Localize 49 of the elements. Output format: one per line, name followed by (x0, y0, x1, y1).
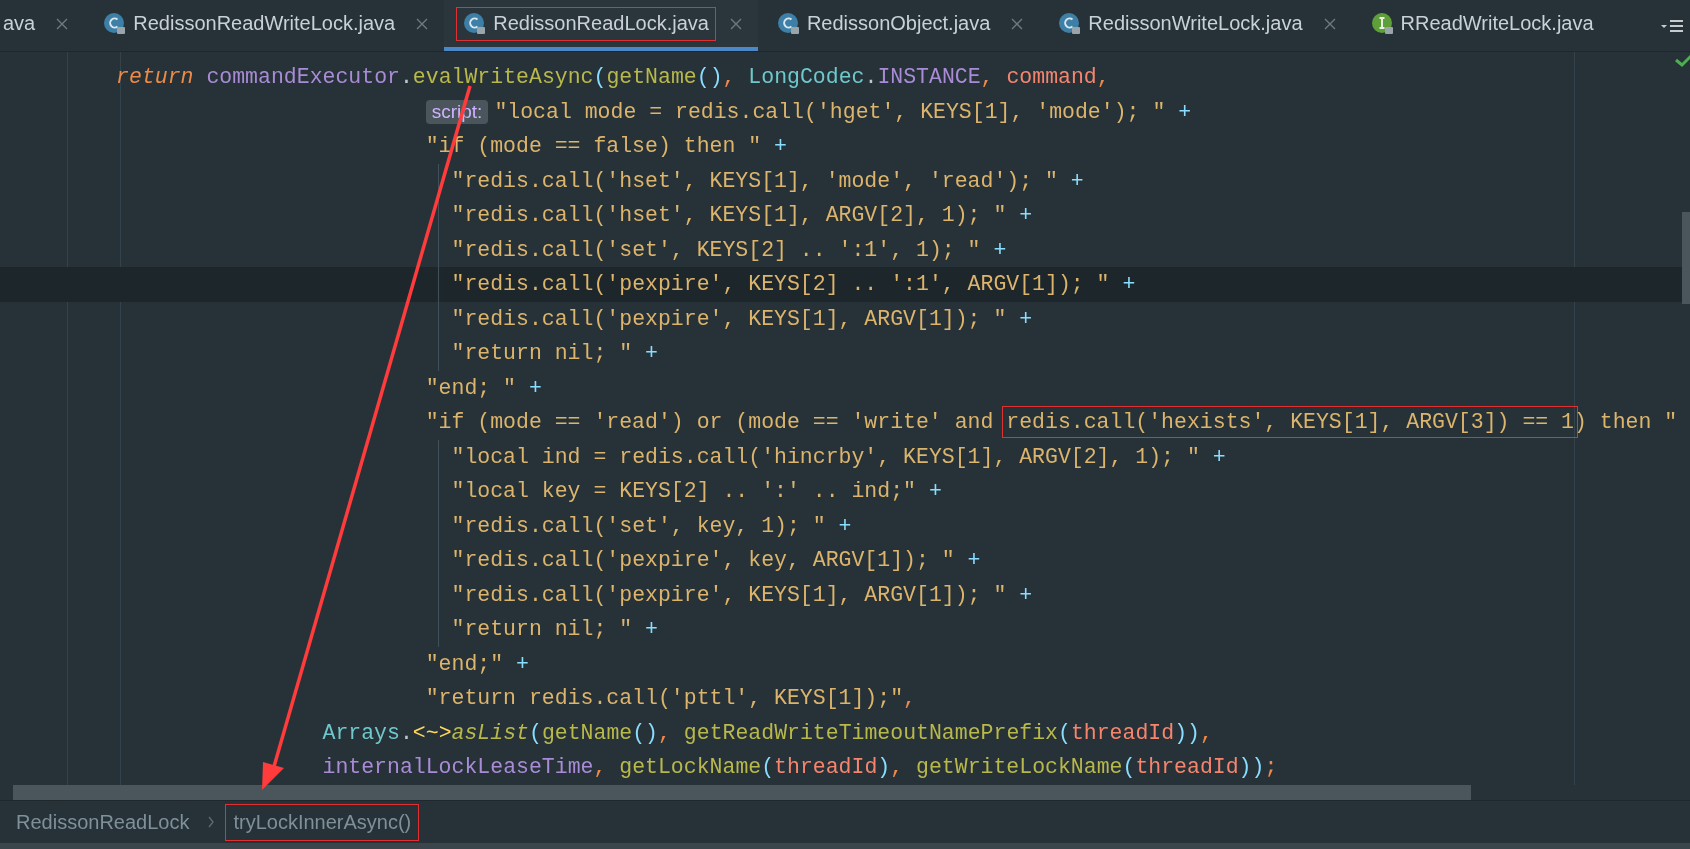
editor-tab[interactable]: ava (0, 0, 85, 51)
code-line: "return nil; " + (451, 617, 658, 642)
tab-label: RReadWriteLock.java (1400, 12, 1594, 35)
code-line: "redis.call('pexpire', KEYS[1], ARGV[1]); " + (451, 306, 1033, 331)
close-icon[interactable] (729, 17, 742, 30)
tab-label: RedissonWriteLock.java (1088, 12, 1303, 35)
editor-tab[interactable]: RReadWriteLock.java (1351, 0, 1617, 51)
editor-tab[interactable]: RedissonWriteLock.java (1039, 0, 1352, 51)
code-line: "redis.call('set', key, 1); " + (451, 513, 852, 538)
scrollbar-thumb[interactable] (1682, 212, 1690, 304)
tab-label: ava (3, 12, 36, 35)
close-icon[interactable] (56, 17, 69, 30)
code-line: "return nil; " + (451, 341, 658, 366)
code-line: "local mode = redis.call('hget', KEYS[1], 'mode'); " + (494, 99, 1192, 124)
code-line: "redis.call('pexpire', key, ARGV[1]); " + (451, 548, 981, 573)
breadcrumb[interactable]: RedissonReadLock (15, 803, 198, 841)
class-file-icon (776, 11, 801, 36)
code-line: "return redis.call('pttl', KEYS[1]);", (425, 686, 916, 711)
editor-tab[interactable]: RedissonObject.java (757, 0, 1040, 51)
code-line: "if (mode == 'read') or (mode == 'write' and (425, 410, 995, 435)
code-line: "end;" + (425, 651, 529, 676)
chevron-icon (207, 815, 216, 829)
tab-list-icon[interactable] (1660, 17, 1684, 34)
class-file-icon (103, 11, 128, 36)
code-line: internalLockLeaseTime, getLockName(threadId), getWriteLockName(threadId)); (322, 755, 1278, 780)
editor-tab[interactable]: RedissonReadWriteLock.java (84, 0, 445, 51)
scrollbar-thumb[interactable] (13, 785, 1471, 800)
code-line: "redis.call('pexpire', KEYS[2] .. ':1', ARGV[1]); " + (451, 272, 1136, 297)
code-line: "redis.call('set', KEYS[2] .. ':1', 1); " + (451, 237, 1007, 262)
code-line: return commandExecutor.evalWriteAsync(getName(), LongCodec.INSTANCE, command, (116, 65, 1110, 90)
class-file-icon (463, 11, 488, 36)
tab-label: RedissonReadWriteLock.java (133, 12, 396, 35)
editor-tab[interactable]: RedissonReadLock.java (444, 0, 758, 51)
close-icon[interactable] (1011, 17, 1024, 30)
code-line: Arrays.<~>asList(getName(), getReadWriteTimeoutNamePrefix(threadId)), (322, 720, 1213, 745)
check-icon (1674, 52, 1690, 68)
tab-label: RedissonReadLock.java (493, 12, 709, 35)
close-icon[interactable] (1323, 17, 1336, 30)
code-line: "local key = KEYS[2] .. ':' .. ind;" + (451, 479, 942, 504)
tab-label: RedissonObject.java (806, 12, 991, 35)
close-icon[interactable] (416, 17, 429, 30)
code-line: "end; " + (425, 375, 542, 400)
code-line: "redis.call('hset', KEYS[1], 'mode', 'read'); " + (451, 168, 1084, 193)
class-file-icon (1058, 11, 1083, 36)
code-line: "redis.call('hset', KEYS[1], ARGV[2], 1); " + (451, 203, 1033, 228)
code-line: "local ind = redis.call('hincrby', KEYS[1], ARGV[2], 1); " + (451, 444, 1226, 469)
breadcrumb[interactable]: tryLockInnerAsync() (225, 803, 420, 841)
code-line: "redis.call('pexpire', KEYS[1], ARGV[1]); " + (451, 582, 1033, 607)
interface-file-icon (1370, 11, 1395, 36)
